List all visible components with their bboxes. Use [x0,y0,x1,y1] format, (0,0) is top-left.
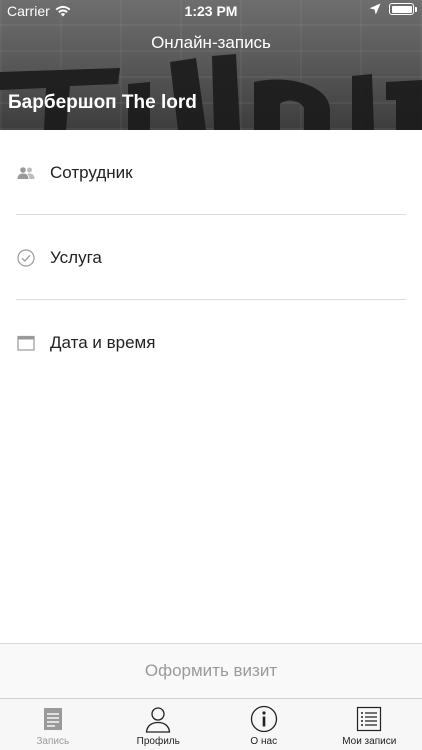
screen: Carrier 1:23 PM Онлайн-запись Барбершоп … [0,0,422,750]
document-icon [38,704,68,734]
battery-icon [389,3,417,15]
status-right [369,3,417,15]
nav-title: Онлайн-запись [151,33,271,52]
tab-about[interactable]: О нас [211,699,317,750]
tab-booking-label: Запись [36,736,70,747]
row-staff[interactable]: Сотрудник [0,130,422,215]
user-icon [143,704,173,734]
row-datetime-label: Дата и время [50,332,156,352]
info-icon [249,704,279,734]
submit-visit-button[interactable]: Оформить визит [0,643,422,698]
tab-profile-label: Профиль [136,736,180,747]
row-datetime[interactable]: Дата и время [0,300,422,385]
row-staff-label: Сотрудник [50,162,133,182]
tab-my-bookings[interactable]: Мои записи [317,699,422,750]
row-service[interactable]: Услуга [0,215,422,300]
tab-about-label: О нас [250,736,278,747]
list-icon [354,704,384,734]
tab-my-bookings-label: Мои записи [342,736,397,747]
status-time: 1:23 PM [184,3,238,19]
tab-profile[interactable]: Профиль [106,699,212,750]
status-bar: Carrier 1:23 PM [0,0,422,22]
shop-name: Барбершоп The lord [8,92,197,113]
tab-bar: Запись Профиль О нас Мои записи [0,698,422,750]
checkmark-circle-icon [16,248,36,268]
location-arrow-icon [369,3,381,15]
row-service-label: Услуга [50,247,102,267]
people-icon [16,163,36,183]
calendar-icon [16,333,36,353]
header-banner: Carrier 1:23 PM Онлайн-запись Барбершоп … [0,0,422,130]
tab-booking[interactable]: Запись [0,699,106,750]
booking-options-list: Сотрудник Услуга Дата и время [0,130,422,385]
